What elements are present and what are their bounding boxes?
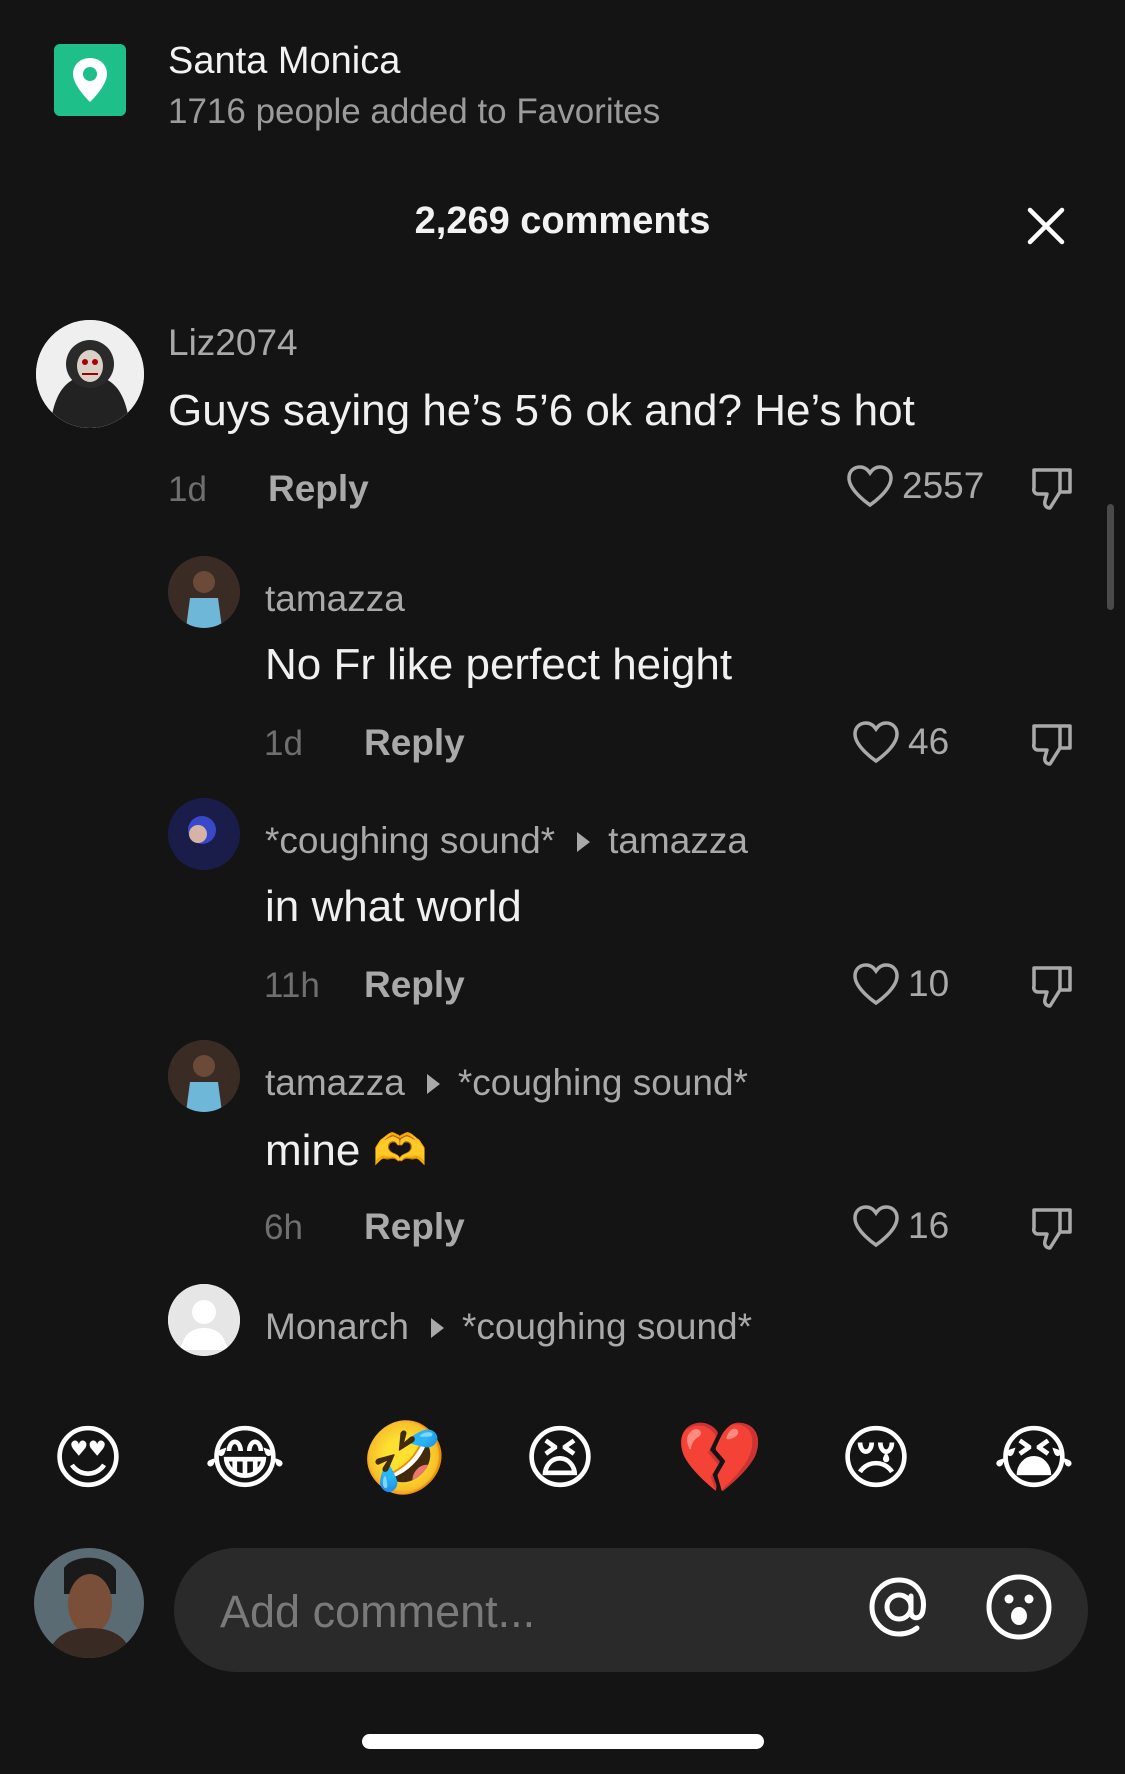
- comment-time: 1d: [264, 724, 303, 763]
- like-button[interactable]: 16: [852, 1204, 949, 1248]
- avatar[interactable]: [168, 556, 240, 628]
- dislike-icon[interactable]: [1030, 722, 1074, 773]
- comment-username[interactable]: Monarch *coughing sound*: [265, 1306, 752, 1348]
- avatar[interactable]: [36, 320, 144, 428]
- like-button[interactable]: 10: [852, 962, 949, 1006]
- reply-arrow-icon: [430, 1317, 444, 1338]
- like-count: 10: [908, 963, 950, 1004]
- like-count: 2557: [902, 465, 985, 506]
- comment-item: Monarch *coughing sound*: [0, 1284, 1125, 1378]
- heart-icon: [847, 465, 893, 508]
- reply-author[interactable]: tamazza: [265, 1062, 405, 1103]
- reply-button[interactable]: Reply: [364, 722, 465, 764]
- location-pin-icon: [54, 44, 126, 116]
- home-indicator[interactable]: [362, 1734, 764, 1749]
- heart-icon: [853, 721, 899, 764]
- comment-text: Guys saying he’s 5’6 ok and? He’s hot: [168, 386, 915, 435]
- avatar[interactable]: [168, 1040, 240, 1112]
- reply-button[interactable]: Reply: [364, 964, 465, 1006]
- emoji-broken-heart[interactable]: 💔: [676, 1416, 763, 1500]
- my-avatar[interactable]: [34, 1548, 144, 1658]
- comment-text: No Fr like perfect height: [265, 640, 733, 689]
- emoji-sobbing[interactable]: 😭: [992, 1416, 1076, 1500]
- comment-item: *coughing sound* tamazza in what world 11…: [0, 798, 1125, 1008]
- reply-button[interactable]: Reply: [268, 468, 369, 510]
- comment-username[interactable]: *coughing sound* tamazza: [265, 820, 748, 862]
- like-count: 46: [908, 721, 950, 762]
- reply-target[interactable]: *coughing sound*: [462, 1306, 752, 1347]
- emoji-quick-bar: 😍 😂 🤣 😫 💔 😢 😭: [0, 1416, 1125, 1506]
- emoji-rofl[interactable]: 🤣: [361, 1416, 448, 1500]
- reply-arrow-icon: [577, 831, 591, 852]
- location-title: Santa Monica: [168, 40, 401, 82]
- scrollbar[interactable]: [1107, 504, 1114, 610]
- comment-username[interactable]: tamazza *coughing sound*: [265, 1062, 748, 1104]
- reply-target[interactable]: tamazza: [608, 820, 748, 861]
- dislike-icon[interactable]: [1030, 466, 1074, 517]
- comment-time: 1d: [168, 470, 207, 509]
- comment-composer: Add comment...: [34, 1548, 1090, 1672]
- emoji-tears-of-joy[interactable]: 😂: [203, 1416, 287, 1500]
- reply-target[interactable]: *coughing sound*: [458, 1062, 748, 1103]
- emoji-tired[interactable]: 😫: [518, 1416, 602, 1500]
- reply-author[interactable]: *coughing sound*: [265, 820, 555, 861]
- comment-username[interactable]: Liz2074: [168, 322, 298, 364]
- heart-icon: [853, 963, 899, 1006]
- heart-icon: [853, 1205, 899, 1248]
- comment-item: tamazza *coughing sound* mine 🫶 6h Reply …: [0, 1040, 1125, 1250]
- close-icon[interactable]: [1026, 206, 1066, 246]
- reply-button[interactable]: Reply: [364, 1206, 465, 1248]
- emoji-crying[interactable]: 😢: [834, 1416, 918, 1500]
- dislike-icon[interactable]: [1030, 1206, 1074, 1257]
- reply-arrow-icon: [426, 1073, 440, 1094]
- emoji-heart-eyes[interactable]: 😍: [46, 1416, 130, 1500]
- comment-time: 6h: [264, 1208, 303, 1247]
- dislike-icon[interactable]: [1030, 964, 1074, 1015]
- comment-username[interactable]: tamazza: [265, 578, 405, 620]
- comments-count-title: 2,269 comments: [414, 200, 711, 242]
- comment-input-placeholder: Add comment...: [220, 1586, 536, 1637]
- at-icon[interactable]: [864, 1572, 934, 1642]
- comment-item: Liz2074 Guys saying he’s 5’6 ok and? He’…: [0, 300, 1125, 520]
- like-button[interactable]: 2557: [846, 464, 984, 508]
- like-button[interactable]: 46: [852, 720, 949, 764]
- smile-icon[interactable]: [984, 1572, 1054, 1642]
- like-count: 16: [908, 1205, 950, 1246]
- comment-time: 11h: [264, 966, 320, 1005]
- avatar[interactable]: [168, 798, 240, 870]
- comment-text: mine 🫶: [265, 1126, 428, 1175]
- comment-item: tamazza No Fr like perfect height 1d Rep…: [0, 556, 1125, 766]
- location-subtitle: 1716 people added to Favorites: [168, 92, 661, 131]
- location-banner[interactable]: Santa Monica 1716 people added to Favori…: [54, 40, 1085, 160]
- reply-author[interactable]: Monarch: [265, 1306, 409, 1347]
- avatar[interactable]: [168, 1284, 240, 1356]
- comment-text: in what world: [265, 882, 522, 931]
- comment-input[interactable]: Add comment...: [174, 1548, 1088, 1672]
- comment-list[interactable]: Liz2074 Guys saying he’s 5’6 ok and? He’…: [0, 300, 1125, 1378]
